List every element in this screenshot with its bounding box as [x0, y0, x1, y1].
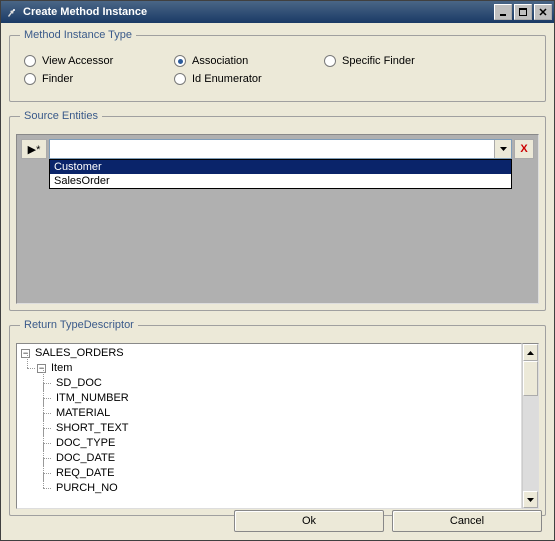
delete-icon: X [520, 143, 527, 155]
dropdown-option-salesorder[interactable]: SalesOrder [50, 174, 511, 188]
tree-node-sd-doc[interactable]: SD_DOC [53, 376, 517, 391]
dropdown-input[interactable] [49, 139, 512, 159]
ok-button[interactable]: Ok [234, 510, 384, 532]
tree-node-req-date[interactable]: REQ_DATE [53, 466, 517, 481]
radio-label: Specific Finder [342, 55, 415, 67]
source-entities-group: Source Entities ▶* Customer SalesO [9, 110, 546, 311]
app-icon [5, 5, 19, 19]
return-type-descriptor-legend: Return TypeDescriptor [20, 319, 138, 331]
tree-label: PURCH_NO [56, 481, 118, 496]
radio-association[interactable]: Association [174, 55, 294, 67]
row-indicator: ▶* [21, 139, 47, 159]
tree-node-sales-orders[interactable]: − SALES_ORDERS [21, 346, 517, 361]
delete-row-button[interactable]: X [514, 139, 534, 159]
collapse-icon[interactable]: − [37, 364, 46, 373]
radio-label: Finder [42, 73, 73, 85]
radio-label: Id Enumerator [192, 73, 262, 85]
radio-finder[interactable]: Finder [24, 73, 144, 85]
close-button[interactable] [534, 4, 552, 20]
dropdown-arrow-button[interactable] [494, 140, 511, 158]
window-controls [494, 4, 552, 20]
tree-label: REQ_DATE [56, 466, 114, 481]
tree-label: DOC_TYPE [56, 436, 115, 451]
grid-row: ▶* Customer SalesOrder [21, 139, 534, 159]
return-type-descriptor-group: Return TypeDescriptor − SALES_ORDERS [9, 319, 546, 516]
tree-view[interactable]: − SALES_ORDERS − Item [16, 343, 522, 509]
tree-node-item[interactable]: − Item [37, 361, 517, 376]
tree-node-material[interactable]: MATERIAL [53, 406, 517, 421]
radio-icon [24, 55, 36, 67]
tree-node-doc-date[interactable]: DOC_DATE [53, 451, 517, 466]
method-instance-type-legend: Method Instance Type [20, 29, 136, 41]
return-body: − SALES_ORDERS − Item [16, 343, 539, 509]
radio-view-accessor[interactable]: View Accessor [24, 55, 144, 67]
tree-label: Item [51, 361, 72, 376]
tree-label: DOC_DATE [56, 451, 115, 466]
chevron-down-icon [500, 147, 507, 151]
dropdown-list: Customer SalesOrder [49, 159, 512, 189]
dropdown-option-customer[interactable]: Customer [50, 160, 511, 174]
tree-label: SALES_ORDERS [35, 346, 124, 361]
window-title: Create Method Instance [23, 6, 494, 18]
tree-node-short-text[interactable]: SHORT_TEXT [53, 421, 517, 436]
vertical-scrollbar[interactable] [522, 343, 539, 509]
tree-label: MATERIAL [56, 406, 110, 421]
radio-icon [174, 55, 186, 67]
dialog-footer: Ok Cancel [234, 510, 542, 532]
entity-dropdown[interactable]: Customer SalesOrder [49, 139, 512, 159]
dialog-body: Method Instance Type View Accessor Assoc… [1, 23, 554, 530]
tree-node-doc-type[interactable]: DOC_TYPE [53, 436, 517, 451]
minimize-button[interactable] [494, 4, 512, 20]
collapse-icon[interactable]: − [21, 349, 30, 358]
radio-row-2: Finder Id Enumerator [20, 73, 535, 85]
source-entities-grid: ▶* Customer SalesOrder [16, 134, 539, 304]
radio-specific-finder[interactable]: Specific Finder [324, 55, 444, 67]
dialog-window: Create Method Instance Method Instance T… [0, 0, 555, 541]
scroll-up-button[interactable] [523, 344, 538, 361]
radio-icon [24, 73, 36, 85]
tree-label: ITM_NUMBER [56, 391, 129, 406]
radio-icon [174, 73, 186, 85]
radio-label: View Accessor [42, 55, 113, 67]
tree: − SALES_ORDERS − Item [21, 346, 517, 496]
radio-label: Association [192, 55, 248, 67]
radio-id-enumerator[interactable]: Id Enumerator [174, 73, 294, 85]
dropdown-text [50, 140, 494, 158]
method-instance-type-group: Method Instance Type View Accessor Assoc… [9, 29, 546, 102]
tree-node-purch-no[interactable]: PURCH_NO [53, 481, 517, 496]
source-entities-legend: Source Entities [20, 110, 102, 122]
tree-label: SHORT_TEXT [56, 421, 129, 436]
maximize-button[interactable] [514, 4, 532, 20]
title-bar: Create Method Instance [1, 1, 554, 23]
scroll-track[interactable] [523, 396, 538, 491]
radio-icon [324, 55, 336, 67]
scroll-thumb[interactable] [523, 361, 538, 396]
radio-row-1: View Accessor Association Specific Finde… [20, 55, 535, 67]
tree-label: SD_DOC [56, 376, 102, 391]
tree-node-itm-number[interactable]: ITM_NUMBER [53, 391, 517, 406]
cancel-button[interactable]: Cancel [392, 510, 542, 532]
scroll-down-button[interactable] [523, 491, 538, 508]
